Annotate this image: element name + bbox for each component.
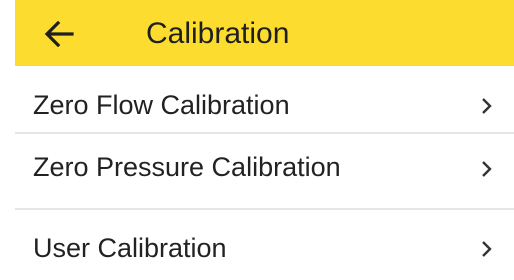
arrow-left-icon: [44, 21, 74, 47]
chevron-right-icon: [482, 241, 492, 257]
page-title: Calibration: [146, 17, 290, 50]
back-button[interactable]: [40, 18, 78, 50]
menu-item-label: Zero Flow Calibration: [33, 90, 290, 120]
chevron-right-icon: [482, 98, 492, 114]
menu-item-zero-pressure-calibration[interactable]: Zero Pressure Calibration: [15, 134, 514, 196]
menu-item-user-calibration[interactable]: User Calibration: [15, 210, 514, 272]
calibration-screen: Calibration Zero Flow Calibration Zero P…: [0, 0, 514, 280]
menu-item-label: User Calibration: [33, 233, 227, 263]
top-app-bar: Calibration: [15, 0, 514, 66]
menu-item-label: Zero Pressure Calibration: [33, 152, 341, 182]
chevron-right-icon: [482, 161, 492, 177]
menu-item-zero-flow-calibration[interactable]: Zero Flow Calibration: [15, 70, 514, 132]
